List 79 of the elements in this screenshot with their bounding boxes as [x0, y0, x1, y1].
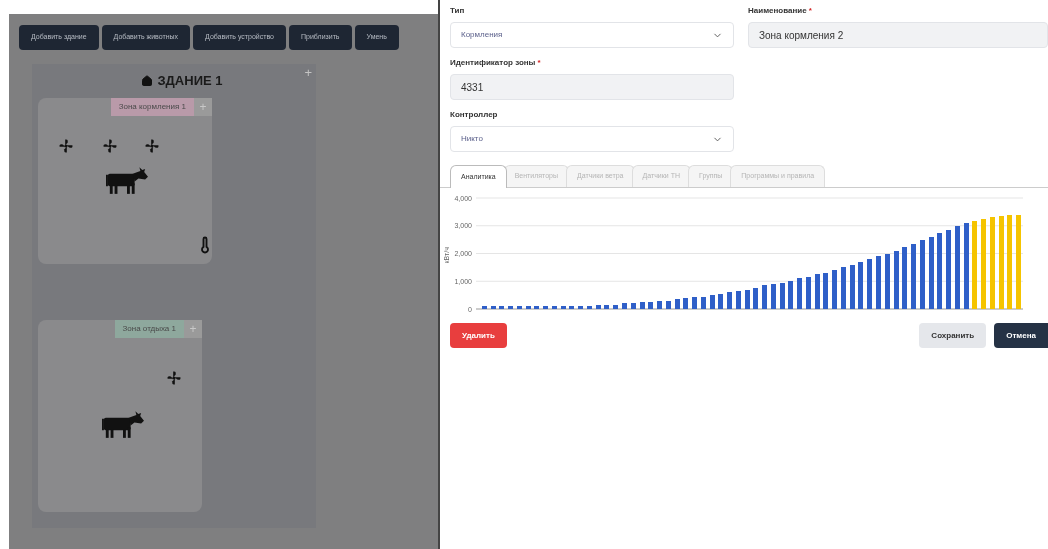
- fan-icon: [144, 138, 160, 154]
- select-field[interactable]: Никто: [450, 126, 734, 152]
- zone-card[interactable]: Зона отдыха 1 +: [38, 320, 202, 512]
- chart-bar: [517, 306, 522, 309]
- chart-bar: [902, 247, 907, 309]
- chart-bar: [832, 270, 837, 309]
- required-mark: *: [808, 6, 812, 15]
- chart-bar: [604, 305, 609, 309]
- chart-bar: [482, 306, 487, 309]
- chart-bar: [666, 301, 671, 309]
- chart-bar: [640, 302, 645, 309]
- cancel-button[interactable]: Отмена: [994, 323, 1048, 348]
- chart-bar: [929, 237, 934, 309]
- chart-bar: [867, 259, 872, 309]
- input-field[interactable]: 4331: [450, 74, 734, 100]
- chart-bar: [718, 294, 723, 309]
- chart-bar: [491, 306, 496, 309]
- chart-bar: [499, 306, 504, 309]
- chart-bar: [561, 306, 566, 309]
- chart-bar: [727, 292, 732, 309]
- select-field[interactable]: Кормления: [450, 22, 734, 48]
- cow-icon: [102, 410, 144, 439]
- save-button[interactable]: Сохранить: [919, 323, 987, 348]
- chart-bar: [526, 306, 531, 309]
- field-label: Контроллер: [450, 110, 498, 119]
- chart-bar: [841, 267, 846, 309]
- fan-icon: [166, 370, 182, 386]
- chart-bar: [771, 284, 776, 309]
- chart-bar: [780, 283, 785, 309]
- chart-bar: [648, 302, 653, 309]
- chart-bar: [885, 254, 890, 309]
- required-mark: *: [537, 58, 541, 67]
- chart-bar: [753, 288, 758, 309]
- chart-bar: [858, 262, 863, 309]
- chart-bar: [675, 299, 680, 309]
- chart-bar: [806, 277, 811, 309]
- chart-bar: [762, 285, 767, 309]
- chart-bar: [911, 244, 916, 309]
- chart-bar: [587, 306, 592, 309]
- zone-tag[interactable]: Зона кормления 1: [110, 98, 194, 116]
- chart-bar: [876, 256, 881, 309]
- input-field[interactable]: Зона кормления 2: [748, 22, 1048, 48]
- chart-bar: [692, 297, 697, 309]
- building-card[interactable]: + ЗДАНИЕ 1 Зона кормления 1 + Зона отдыха 1 +: [32, 64, 316, 528]
- field-label: Наименование: [748, 6, 807, 15]
- chart-bar: [850, 265, 855, 309]
- chart-bar: [788, 281, 793, 309]
- fan-icon: [102, 138, 118, 154]
- house-icon: [141, 75, 154, 87]
- chart-bar: [657, 301, 662, 309]
- chart-bar: [534, 306, 539, 309]
- chart-bar: [569, 306, 574, 309]
- chart-bar: [631, 303, 636, 309]
- field-label: Идентификатор зоны: [450, 58, 536, 67]
- chart-bar: [815, 274, 820, 309]
- chart-bar: [920, 240, 925, 309]
- building-title: ЗДАНИЕ 1: [157, 72, 223, 91]
- chart-bar: [613, 305, 618, 309]
- chart-bar: [508, 306, 513, 309]
- cow-icon: [106, 166, 148, 195]
- field-label: Тип: [450, 6, 465, 15]
- chart-bar: [894, 251, 899, 309]
- chart-bar: [622, 303, 627, 309]
- chart-bar: [701, 297, 706, 309]
- chart-bar: [797, 278, 802, 309]
- zone-tag[interactable]: Зона отдыха 1: [114, 320, 184, 338]
- chart-bar: [552, 306, 557, 309]
- delete-button[interactable]: Удалить: [450, 323, 507, 348]
- fan-icon: [58, 138, 74, 154]
- add-zone-button[interactable]: +: [304, 66, 312, 80]
- chart-bar: [596, 305, 601, 309]
- chart-bar: [745, 290, 750, 309]
- chart-bar: [710, 295, 715, 309]
- chart-bar: [683, 298, 688, 309]
- chart-bar: [823, 273, 828, 309]
- zone-card[interactable]: Зона кормления 1 +: [38, 98, 212, 264]
- chart-bar: [543, 306, 548, 309]
- chart-bar: [736, 291, 741, 309]
- chart-bar: [578, 306, 583, 309]
